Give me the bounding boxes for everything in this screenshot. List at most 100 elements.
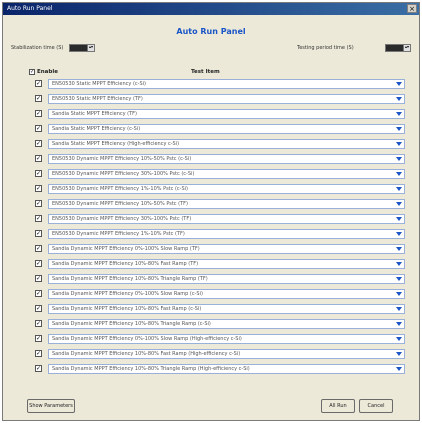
enable-all-checkbox[interactable]: ✓ [29, 69, 35, 75]
dropdown-arrow-icon[interactable] [396, 172, 402, 176]
list-item: ✓ EN50530 Static MPPT Efficiency (c-Si) [35, 79, 405, 90]
test-item-select[interactable]: EN50530 Dynamic MPPT Efficiency 30%-100%… [48, 169, 405, 179]
enable-checkbox[interactable]: ✓ [35, 365, 42, 372]
spin-arrows-icon[interactable]: ▴▾ [403, 45, 410, 51]
dropdown-arrow-icon[interactable] [396, 112, 402, 116]
dropdown-arrow-icon[interactable] [396, 292, 402, 296]
test-item-select[interactable]: Sandia Dynamic MPPT Efficiency 10%-80% T… [48, 364, 405, 374]
dropdown-arrow-icon[interactable] [396, 202, 402, 206]
test-item-select[interactable]: Sandia Dynamic MPPT Efficiency 10%-80% F… [48, 304, 405, 314]
test-item-select[interactable]: EN50530 Dynamic MPPT Efficiency 10%-50% … [48, 199, 405, 209]
test-item-column-header: Test Item [191, 69, 220, 75]
dropdown-arrow-icon[interactable] [396, 277, 402, 281]
test-item-select[interactable]: Sandia Dynamic MPPT Efficiency 0%-100% S… [48, 244, 405, 254]
dropdown-arrow-icon[interactable] [396, 217, 402, 221]
test-item-select[interactable]: Sandia Dynamic MPPT Efficiency 0%-100% S… [48, 289, 405, 299]
enable-column-header: Enable [37, 69, 58, 75]
enable-checkbox[interactable]: ✓ [35, 95, 42, 102]
testing-time-label: Testing period time (S) [297, 45, 354, 51]
test-item-select[interactable]: EN50530 Static MPPT Efficiency (c-Si) [48, 79, 405, 89]
list-item: ✓ Sandia Dynamic MPPT Efficiency 10%-80% … [35, 319, 405, 330]
dropdown-arrow-icon[interactable] [396, 82, 402, 86]
dropdown-arrow-icon[interactable] [396, 307, 402, 311]
test-item-select[interactable]: Sandia Dynamic MPPT Efficiency 0%-100% S… [48, 334, 405, 344]
test-item-label: EN50530 Dynamic MPPT Efficiency 1%-10% P… [52, 186, 188, 192]
test-item-select[interactable]: Sandia Static MPPT Efficiency (TF) [48, 109, 405, 119]
test-item-label: Sandia Dynamic MPPT Efficiency 10%-80% T… [52, 366, 250, 372]
enable-checkbox[interactable]: ✓ [35, 260, 42, 267]
enable-checkbox[interactable]: ✓ [35, 305, 42, 312]
test-item-select[interactable]: EN50530 Static MPPT Efficiency (TF) [48, 94, 405, 104]
enable-checkbox[interactable]: ✓ [35, 170, 42, 177]
dropdown-arrow-icon[interactable] [396, 262, 402, 266]
list-item: ✓ Sandia Dynamic MPPT Efficiency 0%-100% … [35, 244, 405, 255]
dropdown-arrow-icon[interactable] [396, 142, 402, 146]
testing-time-field[interactable]: ▴▾ [385, 44, 411, 52]
dropdown-arrow-icon[interactable] [396, 127, 402, 131]
list-item: ✓ EN50530 Dynamic MPPT Efficiency 10%-50%… [35, 199, 405, 210]
dropdown-arrow-icon[interactable] [396, 247, 402, 251]
dropdown-arrow-icon[interactable] [396, 232, 402, 236]
title-bar[interactable]: Auto Run Panel × [3, 3, 419, 15]
enable-checkbox[interactable]: ✓ [35, 230, 42, 237]
list-item: ✓ EN50530 Dynamic MPPT Efficiency 1%-10% … [35, 184, 405, 195]
test-item-select[interactable]: EN50530 Dynamic MPPT Efficiency 30%-100%… [48, 214, 405, 224]
test-item-label: Sandia Dynamic MPPT Efficiency 10%-80% F… [52, 306, 202, 312]
test-item-select[interactable]: EN50530 Dynamic MPPT Efficiency 1%-10% P… [48, 184, 405, 194]
test-item-select[interactable]: EN50530 Dynamic MPPT Efficiency 10%-50% … [48, 154, 405, 164]
dropdown-arrow-icon[interactable] [396, 322, 402, 326]
test-item-select[interactable]: Sandia Dynamic MPPT Efficiency 10%-80% F… [48, 259, 405, 269]
test-item-label: Sandia Dynamic MPPT Efficiency 10%-80% T… [52, 321, 211, 327]
dropdown-arrow-icon[interactable] [396, 187, 402, 191]
stabilization-time-label: Stabilization time (S) [11, 45, 64, 51]
enable-checkbox[interactable]: ✓ [35, 110, 42, 117]
dropdown-arrow-icon[interactable] [396, 157, 402, 161]
test-item-select[interactable]: Sandia Dynamic MPPT Efficiency 10%-80% T… [48, 319, 405, 329]
enable-checkbox[interactable]: ✓ [35, 290, 42, 297]
test-item-label: Sandia Dynamic MPPT Efficiency 0%-100% S… [52, 336, 242, 342]
enable-checkbox[interactable]: ✓ [35, 200, 42, 207]
close-icon: × [409, 5, 415, 13]
list-item: ✓ Sandia Static MPPT Efficiency (TF) [35, 109, 405, 120]
list-item: ✓ EN50530 Dynamic MPPT Efficiency 10%-50%… [35, 154, 405, 165]
enable-checkbox[interactable]: ✓ [35, 125, 42, 132]
spin-arrows-icon[interactable]: ▴▾ [87, 45, 94, 51]
enable-checkbox[interactable]: ✓ [35, 155, 42, 162]
dropdown-arrow-icon[interactable] [396, 337, 402, 341]
test-item-label: Sandia Static MPPT Efficiency (TF) [52, 111, 138, 117]
list-item: ✓ Sandia Dynamic MPPT Efficiency 0%-100% … [35, 334, 405, 345]
cancel-button[interactable]: Cancel [359, 399, 393, 413]
show-parameters-button[interactable]: Show Parameters [27, 399, 75, 413]
panel-title: Auto Run Panel [176, 27, 246, 36]
list-item: ✓ Sandia Dynamic MPPT Efficiency 10%-80% … [35, 259, 405, 270]
list-item: ✓ EN50530 Dynamic MPPT Efficiency 30%-100… [35, 214, 405, 225]
test-item-select[interactable]: EN50530 Dynamic MPPT Efficiency 1%-10% P… [48, 229, 405, 239]
enable-checkbox[interactable]: ✓ [35, 275, 42, 282]
test-item-label: Sandia Dynamic MPPT Efficiency 10%-80% F… [52, 351, 241, 357]
stabilization-time-field[interactable]: ▴▾ [69, 44, 95, 52]
test-item-label: EN50530 Dynamic MPPT Efficiency 1%-10% P… [52, 231, 185, 237]
enable-checkbox[interactable]: ✓ [35, 80, 42, 87]
test-item-select[interactable]: Sandia Static MPPT Efficiency (c-Si) [48, 124, 405, 134]
enable-checkbox[interactable]: ✓ [35, 350, 42, 357]
test-item-select[interactable]: Sandia Static MPPT Efficiency (High-effi… [48, 139, 405, 149]
run-button[interactable]: All Run [321, 399, 355, 413]
test-item-select[interactable]: Sandia Dynamic MPPT Efficiency 10%-80% F… [48, 349, 405, 359]
test-item-select[interactable]: Sandia Dynamic MPPT Efficiency 10%-80% T… [48, 274, 405, 284]
enable-checkbox[interactable]: ✓ [35, 140, 42, 147]
enable-checkbox[interactable]: ✓ [35, 185, 42, 192]
test-item-label: Sandia Dynamic MPPT Efficiency 0%-100% S… [52, 291, 203, 297]
dropdown-arrow-icon[interactable] [396, 367, 402, 371]
test-item-label: EN50530 Dynamic MPPT Efficiency 30%-100%… [52, 216, 192, 222]
enable-checkbox[interactable]: ✓ [35, 215, 42, 222]
enable-checkbox[interactable]: ✓ [35, 335, 42, 342]
list-item: ✓ Sandia Dynamic MPPT Efficiency 10%-80% … [35, 304, 405, 315]
window-title: Auto Run Panel [7, 5, 53, 12]
test-item-label: EN50530 Dynamic MPPT Efficiency 10%-50% … [52, 201, 188, 207]
dropdown-arrow-icon[interactable] [396, 97, 402, 101]
dropdown-arrow-icon[interactable] [396, 352, 402, 356]
close-button[interactable]: × [407, 4, 417, 13]
list-item: ✓ Sandia Static MPPT Efficiency (c-Si) [35, 124, 405, 135]
enable-checkbox[interactable]: ✓ [35, 320, 42, 327]
enable-checkbox[interactable]: ✓ [35, 245, 42, 252]
